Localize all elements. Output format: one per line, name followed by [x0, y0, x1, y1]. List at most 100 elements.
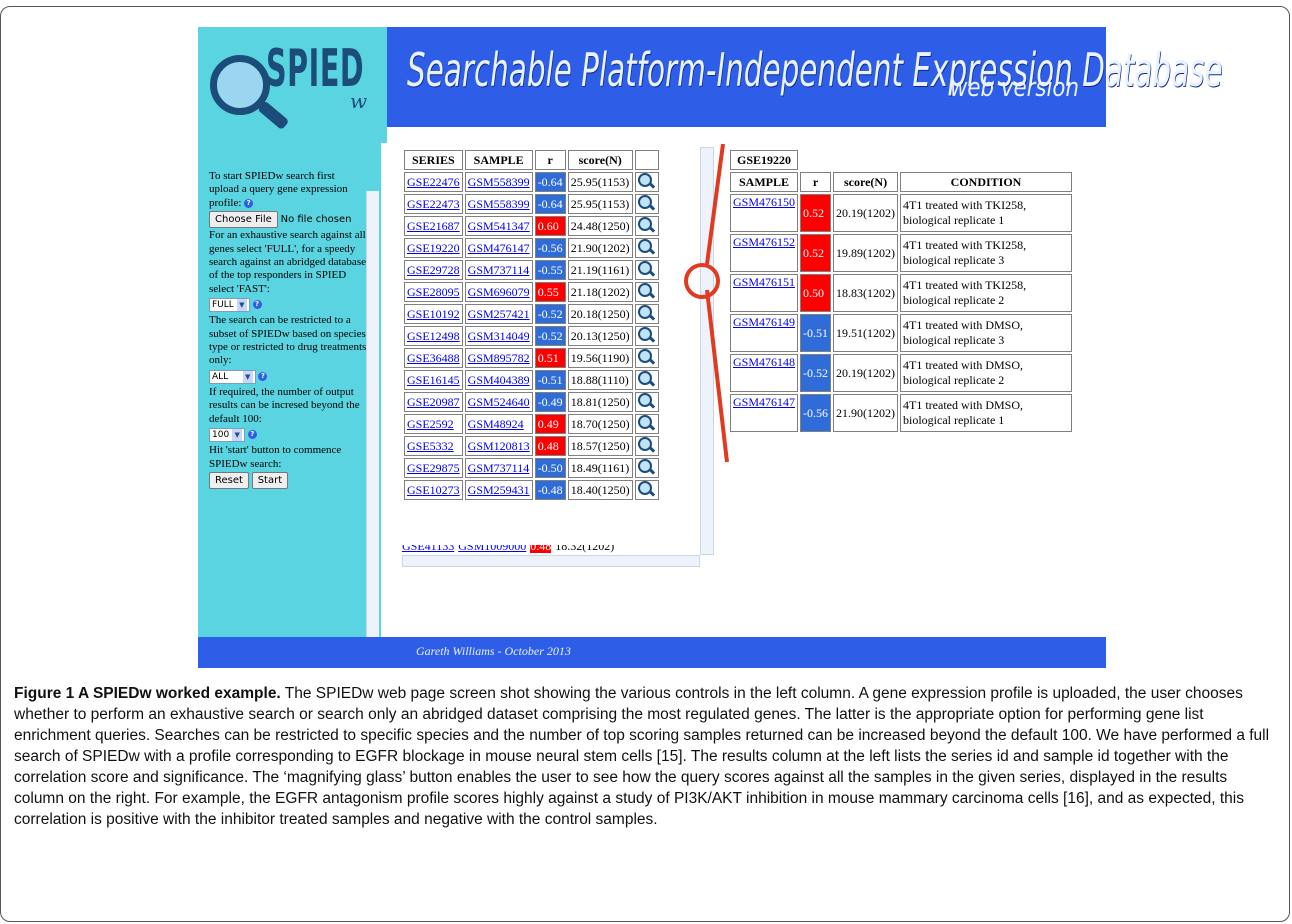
start-button[interactable]: Start: [251, 471, 289, 489]
series-link[interactable]: GSE21687: [407, 219, 460, 233]
sample-link[interactable]: GSM737114: [468, 461, 530, 475]
r-cell: -0.56: [800, 394, 832, 432]
series-link[interactable]: GSE29875: [407, 461, 460, 475]
species-instructions: The search can be restricted to a subset…: [209, 314, 367, 367]
mode-select[interactable]: FULL ▼: [209, 298, 250, 313]
results-header-cell: r: [534, 150, 566, 170]
r-cell: 0.52: [800, 194, 832, 232]
sample-link[interactable]: GSM737114: [468, 263, 530, 277]
sample-link[interactable]: GSM558399: [468, 197, 530, 211]
magnifying-glass-icon[interactable]: [637, 393, 652, 407]
choose-file-button[interactable]: Choose File: [209, 211, 278, 229]
partial-series[interactable]: GSE41133: [402, 545, 454, 553]
table-row: GSM476148 -0.52 20.19(1202) 4T1 treated wit…: [730, 354, 1073, 392]
sample-link[interactable]: GSM476148: [733, 355, 795, 369]
magnifying-glass-icon[interactable]: [637, 371, 652, 385]
series-link[interactable]: GSE5332: [407, 439, 454, 453]
caption-body: The SPIEDw web page screen shot showing …: [14, 685, 1270, 828]
magnifying-glass-icon[interactable]: [637, 283, 652, 297]
sample-link[interactable]: GSM696079: [468, 285, 530, 299]
chevron-down-icon: ▼: [236, 299, 247, 312]
r-cell: -0.52: [534, 326, 566, 346]
sample-link[interactable]: GSM558399: [468, 175, 530, 189]
sample-link[interactable]: GSM257421: [468, 307, 530, 321]
results-header-cell: SAMPLE: [464, 150, 533, 170]
magnifying-glass-icon[interactable]: [637, 437, 652, 451]
sidebar-scrollbar[interactable]: [366, 191, 379, 655]
score-cell: 24.48(1250): [567, 216, 633, 236]
score-cell: 18.40(1250): [567, 480, 633, 500]
help-icon[interactable]: ?: [258, 371, 268, 381]
sample-link[interactable]: GSM524640: [468, 395, 530, 409]
sample-link[interactable]: GSM476149: [733, 315, 795, 329]
series-link[interactable]: GSE12498: [407, 329, 460, 343]
sample-link[interactable]: GSM404389: [468, 373, 530, 387]
score-cell: 21.90(1202): [833, 394, 899, 432]
series-link[interactable]: GSE2592: [407, 417, 454, 431]
magnifying-glass-icon[interactable]: [637, 239, 652, 253]
results-vertical-scrollbar[interactable]: [700, 147, 714, 555]
sample-link[interactable]: GSM895782: [468, 351, 530, 365]
score-cell: 25.95(1153): [567, 172, 633, 192]
sample-link[interactable]: GSM476151: [733, 275, 795, 289]
series-link[interactable]: GSE16145: [407, 373, 460, 387]
sample-link[interactable]: GSM48924: [468, 417, 524, 431]
score-cell: 18.49(1161): [567, 458, 633, 478]
sample-link[interactable]: GSM476147: [733, 395, 795, 409]
help-icon[interactable]: ?: [252, 300, 262, 310]
partial-sample[interactable]: GSM1009000: [458, 545, 526, 553]
table-row: GSE5332 GSM120813 0.48 18.57(1250): [404, 436, 659, 456]
score-cell: 18.88(1110): [567, 370, 633, 390]
footer: Gareth Williams - October 2013: [198, 637, 1106, 668]
condition-cell: 4T1 treated with DMSO, biological replic…: [900, 314, 1073, 352]
series-link[interactable]: GSE10192: [407, 307, 460, 321]
magnifying-glass-icon[interactable]: [637, 349, 652, 363]
magnifying-glass-icon[interactable]: [637, 217, 652, 231]
score-cell: 25.95(1153): [567, 194, 633, 214]
series-link[interactable]: GSE19220: [407, 241, 460, 255]
magnifying-glass-icon[interactable]: [637, 195, 652, 209]
r-cell: -0.56: [534, 238, 566, 258]
results-horizontal-scrollbar[interactable]: [402, 555, 700, 567]
sample-link[interactable]: GSM476150: [733, 195, 795, 209]
score-cell: 20.19(1202): [833, 194, 899, 232]
series-link[interactable]: GSE10273: [407, 483, 460, 497]
magnifying-glass-icon[interactable]: [637, 305, 652, 319]
logo: SPIED w: [198, 27, 387, 143]
series-link[interactable]: GSE22476: [407, 175, 460, 189]
magnifying-glass-icon[interactable]: [637, 261, 652, 275]
series-title: GSE19220: [730, 150, 799, 170]
series-link[interactable]: GSE29728: [407, 263, 460, 277]
reset-button[interactable]: Reset: [209, 471, 249, 489]
sample-link[interactable]: GSM259431: [468, 483, 530, 497]
help-icon[interactable]: ?: [244, 198, 254, 208]
screenshot: SPIED w Searchable Platform-Independent …: [198, 27, 1223, 668]
sample-link[interactable]: GSM314049: [468, 329, 530, 343]
help-icon[interactable]: ?: [247, 430, 257, 440]
magnifying-glass-icon[interactable]: [637, 173, 652, 187]
sample-link[interactable]: GSM541347: [468, 219, 530, 233]
sample-link[interactable]: GSM120813: [468, 439, 530, 453]
series-link[interactable]: GSE28095: [407, 285, 460, 299]
magnifying-glass-icon[interactable]: [637, 481, 652, 495]
detail-header-cell: CONDITION: [900, 172, 1073, 192]
species-select[interactable]: ALL ▼: [209, 369, 256, 384]
score-cell: 21.18(1202): [567, 282, 633, 302]
score-cell: 19.56(1190): [567, 348, 633, 368]
magnifying-glass-icon[interactable]: [637, 459, 652, 473]
magnifying-glass-icon[interactable]: [637, 415, 652, 429]
r-cell: 0.49: [534, 414, 566, 434]
series-link[interactable]: GSE20987: [407, 395, 460, 409]
count-select[interactable]: 100 ▼: [209, 428, 246, 443]
score-cell: 20.18(1250): [567, 304, 633, 324]
series-link[interactable]: GSE22473: [407, 197, 460, 211]
series-link[interactable]: GSE36488: [407, 351, 460, 365]
upload-instructions: To start SPIEDw search first upload a qu…: [209, 170, 348, 209]
magnifying-glass-icon[interactable]: [637, 327, 652, 341]
sample-link[interactable]: GSM476152: [733, 235, 795, 249]
sample-link[interactable]: GSM476147: [468, 241, 530, 255]
detail-header-cell: SAMPLE: [730, 172, 799, 192]
start-instructions: Hit 'start' button to commence SPIEDw se…: [209, 444, 342, 470]
table-row: GSE20987 GSM524640 -0.49 18.81(1250): [404, 392, 659, 412]
score-cell: 18.57(1250): [567, 436, 633, 456]
